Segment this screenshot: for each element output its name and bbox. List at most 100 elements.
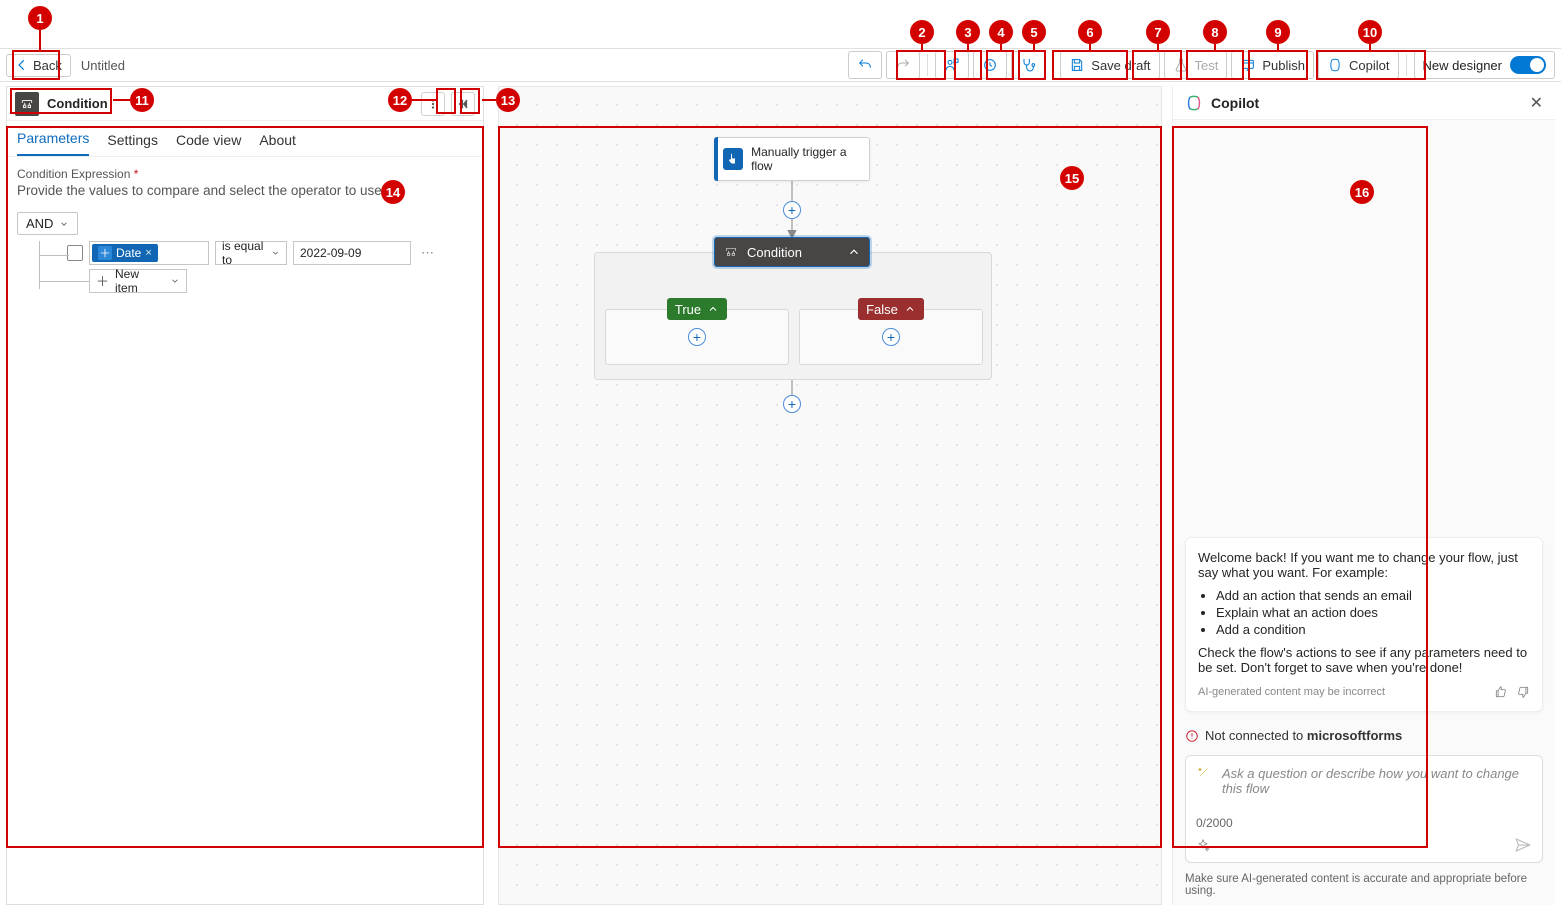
thumbs-up-icon[interactable] [1494,685,1508,699]
row-more-button[interactable]: ⋯ [417,245,438,261]
chevron-down-icon [271,248,280,258]
token-remove[interactable]: × [145,247,151,259]
chevron-up-icon [904,303,916,315]
condition-expression-label: Condition Expression * [17,167,473,181]
add-action-false[interactable]: + [882,328,900,346]
flask-icon [1173,57,1189,73]
copilot-panel: Copilot ✕ Welcome back! If you want me t… [1172,86,1555,905]
condition-icon [723,244,739,260]
back-label: Back [33,58,62,73]
add-action-true[interactable]: + [688,328,706,346]
publish-icon [1240,57,1256,73]
copilot-icon [1327,57,1343,73]
insert-step-button[interactable]: + [783,201,801,219]
panel-header: Condition [7,87,483,121]
new-item-label: New item [115,267,164,295]
copilot-close-button[interactable]: ✕ [1530,93,1543,113]
copilot-disclaimer: Make sure AI-generated content is accura… [1185,873,1543,897]
true-label: True [675,302,701,317]
tab-code-view[interactable]: Code view [176,132,241,156]
welcome-bullets: Add an action that sends an email Explai… [1216,588,1530,637]
manual-trigger-icon [723,148,743,170]
operator-label: is equal to [222,239,271,267]
tab-settings[interactable]: Settings [107,132,158,156]
tree-connector [17,241,67,291]
token-label: Date [116,246,141,260]
version-history-button[interactable] [973,51,1007,79]
wand-icon [1196,766,1212,778]
condition-node-label: Condition [747,245,802,260]
copilot-welcome-card: Welcome back! If you want me to change y… [1185,537,1543,712]
history-icon [982,57,998,73]
copilot-title: Copilot [1211,95,1259,111]
flow-canvas[interactable]: Manually trigger a flow + True + False + [498,86,1162,905]
true-branch[interactable]: True + [605,309,789,365]
sparkle-icon[interactable] [1196,838,1210,852]
chevron-up-icon [707,303,719,315]
panel-title: Condition [47,96,108,111]
toggle-on-icon [1510,56,1546,74]
tab-parameters[interactable]: Parameters [17,130,89,156]
operand-left-field[interactable]: Date × [89,241,209,265]
redo-button[interactable] [886,51,920,79]
new-designer-toggle[interactable]: New designer [1414,51,1556,79]
bullet-item: Explain what an action does [1216,605,1530,620]
save-draft-label: Save draft [1091,58,1150,73]
plus-icon: ＋ [96,275,109,288]
copilot-header: Copilot ✕ [1173,86,1555,120]
false-label: False [866,302,898,317]
connection-warning: Not connected to microsoftforms [1185,728,1543,743]
panel-body: Condition Expression * Provide the value… [7,157,483,303]
arrow-left-icon [15,58,29,72]
copilot-label: Copilot [1349,58,1389,73]
row-checkbox[interactable] [67,245,83,261]
new-item-button[interactable]: ＋ New item [89,269,187,293]
logic-group-dropdown[interactable]: AND [17,212,78,235]
redo-icon [895,57,911,73]
save-icon [1069,57,1085,73]
bullet-item: Add a condition [1216,622,1530,637]
save-draft-button[interactable]: Save draft [1060,51,1159,79]
true-tag[interactable]: True [667,298,727,320]
false-branch[interactable]: False + [799,309,983,365]
top-right-toolbar: Save draft Test Publish Copilot New desi… [848,51,1555,79]
operator-dropdown[interactable]: is equal to [215,241,287,265]
panel-more-button[interactable] [421,92,445,116]
thumbs-down-icon[interactable] [1516,685,1530,699]
copilot-button[interactable]: Copilot [1318,51,1398,79]
copilot-logo-icon [1185,94,1203,112]
chevron-up-icon [847,245,861,259]
condition-node[interactable]: Condition [714,237,870,267]
flow-checker-button[interactable] [1011,51,1045,79]
error-icon [1185,729,1199,743]
trigger-node[interactable]: Manually trigger a flow [714,137,870,181]
undo-button[interactable] [848,51,882,79]
false-tag[interactable]: False [858,298,924,320]
send-icon[interactable] [1514,836,1532,854]
value-text: 2022-09-09 [300,246,361,260]
panel-collapse-button[interactable] [451,92,475,116]
operand-right-field[interactable]: 2022-09-09 [293,241,411,265]
person-feedback-icon [944,57,960,73]
chevron-double-left-icon [456,97,470,111]
copilot-input[interactable]: Ask a question or describe how you want … [1185,755,1543,863]
tab-about[interactable]: About [259,132,296,156]
token-icon [98,246,112,260]
publish-button[interactable]: Publish [1231,51,1314,79]
insert-step-button[interactable]: + [783,395,801,413]
ai-note: AI-generated content may be incorrect [1198,686,1385,698]
action-config-panel: Condition Parameters Settings Code view … [6,86,484,905]
top-bar: Back Untitled Save draft Test Publish [0,48,1561,82]
feedback-button[interactable] [935,51,969,79]
chevron-down-icon [170,276,180,286]
flow-title[interactable]: Untitled [81,58,125,73]
chevron-down-icon [59,219,69,229]
copilot-body: Welcome back! If you want me to change y… [1173,120,1555,905]
dynamic-token[interactable]: Date × [92,244,158,262]
welcome-text-b: Check the flow's actions to see if any p… [1198,645,1530,675]
logic-group-label: AND [26,216,53,231]
copilot-input-placeholder: Ask a question or describe how you want … [1222,766,1532,800]
publish-label: Publish [1262,58,1305,73]
test-button[interactable]: Test [1164,51,1228,79]
back-button[interactable]: Back [6,54,71,77]
